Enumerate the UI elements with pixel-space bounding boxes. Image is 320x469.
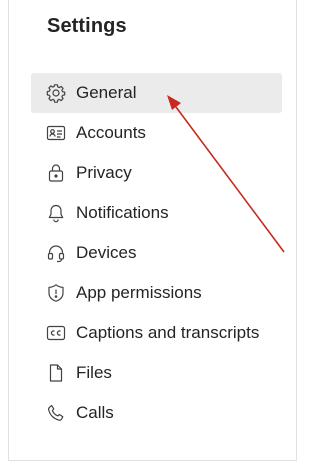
phone-icon [45, 402, 67, 424]
nav-item-label: App permissions [76, 283, 202, 302]
closed-captions-icon [45, 322, 67, 344]
file-icon [45, 362, 67, 384]
nav-item-label: Files [76, 363, 112, 382]
nav-item-notifications[interactable]: Notifications [31, 193, 282, 233]
settings-panel: Settings General Accounts Privacy Notifi… [8, 0, 297, 461]
nav-item-calls[interactable]: Calls [31, 393, 282, 433]
id-card-icon [45, 122, 67, 144]
headset-icon [45, 242, 67, 264]
nav-item-files[interactable]: Files [31, 353, 282, 393]
nav-item-label: Calls [76, 403, 114, 422]
bell-icon [45, 202, 67, 224]
nav-item-label: Devices [76, 243, 137, 262]
nav-item-label: Captions and transcripts [76, 323, 260, 342]
nav-item-captions-and-transcripts[interactable]: Captions and transcripts [31, 313, 282, 353]
nav-item-label: General [76, 83, 137, 102]
nav-item-label: Accounts [76, 123, 146, 142]
nav-item-label: Privacy [76, 163, 132, 182]
page-title: Settings [47, 15, 127, 37]
settings-nav: General Accounts Privacy Notifications D… [31, 73, 282, 433]
lock-icon [45, 162, 67, 184]
shield-icon [45, 282, 67, 304]
nav-item-label: Notifications [76, 203, 169, 222]
nav-item-accounts[interactable]: Accounts [31, 113, 282, 153]
gear-icon [45, 82, 67, 104]
nav-item-general[interactable]: General [31, 73, 282, 113]
nav-item-devices[interactable]: Devices [31, 233, 282, 273]
nav-item-privacy[interactable]: Privacy [31, 153, 282, 193]
nav-item-app-permissions[interactable]: App permissions [31, 273, 282, 313]
